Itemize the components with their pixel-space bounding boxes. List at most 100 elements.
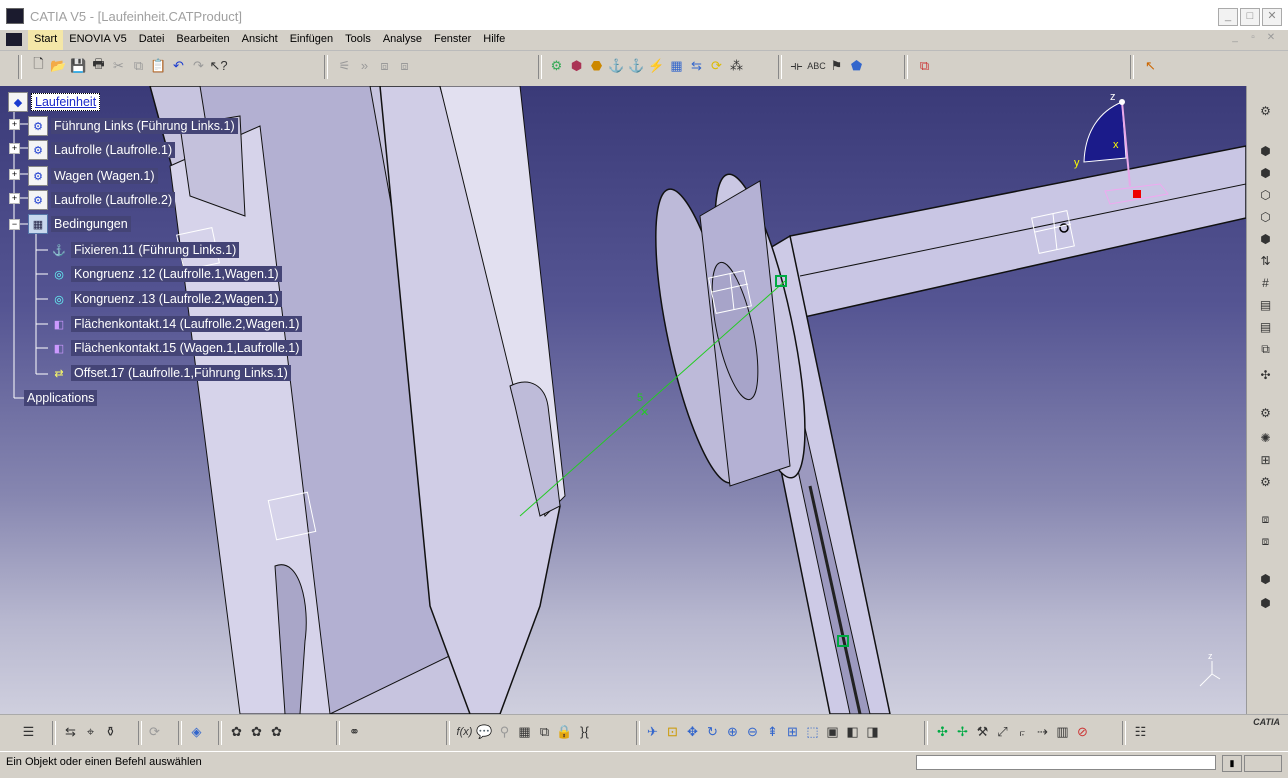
3d-viewport[interactable]: 5 ✕ z y x z ◆ Laufeinheit + ⚙ Führung Li… <box>0 86 1246 714</box>
menu-einfuegen[interactable]: Einfügen <box>284 30 339 50</box>
tools-palette-icon[interactable]: ☷ <box>1132 723 1149 740</box>
open-folder-icon[interactable]: 📂 <box>50 57 67 74</box>
sectioning-icon[interactable]: ⟔ <box>1014 723 1031 740</box>
reuse-constraints-icon[interactable]: ⁂ <box>728 57 745 74</box>
paste-icon[interactable]: 📋 <box>150 57 167 74</box>
command-input[interactable] <box>916 755 1216 770</box>
new-product-icon[interactable]: ⬢ <box>1257 166 1274 182</box>
save-icon[interactable]: 💾 <box>70 57 87 74</box>
tree-applications-label[interactable]: Applications <box>24 390 98 406</box>
constraint-display-icon[interactable]: ⚭ <box>346 723 363 740</box>
text-annotation-icon[interactable]: ABC <box>807 57 826 74</box>
existing-component-icon[interactable]: ⬡ <box>1257 210 1274 226</box>
table-icon[interactable]: ▦ <box>516 723 533 740</box>
selective-load-icon[interactable]: ▤ <box>1257 298 1274 314</box>
stop-manipulate-on-clash-icon[interactable]: ⊞ <box>1257 453 1274 469</box>
tree-constraints-label[interactable]: Bedingungen <box>51 216 131 232</box>
redo-icon[interactable]: ↷ <box>190 57 207 74</box>
clash-icon[interactable]: ⬢ <box>1257 596 1274 612</box>
hole-icon[interactable]: ⧈ <box>1257 534 1274 550</box>
split-icon[interactable]: ⧈ <box>1257 512 1274 528</box>
tree-component[interactable]: ⚙ Wagen (Wagen.1) <box>28 166 158 186</box>
tree-component-label[interactable]: Wagen (Wagen.1) <box>51 168 158 184</box>
assembly-geometry[interactable]: 5 ✕ z y x z <box>0 86 1246 714</box>
pan-icon[interactable]: ✥ <box>684 723 701 740</box>
tree-constraint-label[interactable]: Kongruenz .12 (Laufrolle.1,Wagen.1) <box>71 266 282 282</box>
command-execute-button[interactable] <box>1244 755 1282 772</box>
snap-move-icon[interactable]: ✢ <box>954 723 971 740</box>
move-component-icon[interactable]: ✣ <box>1257 368 1274 384</box>
normal-view-icon[interactable]: ⇞ <box>764 723 781 740</box>
tree-constraint-label[interactable]: Offset.17 (Laufrolle.1,Führung Links.1) <box>71 365 291 381</box>
formula-fx-icon[interactable]: f(x) <box>456 723 473 740</box>
apply-material-icon[interactable]: ◈ <box>188 723 205 740</box>
tree-component[interactable]: ⚙ Führung Links (Führung Links.1) <box>28 116 238 136</box>
fix-component-icon[interactable]: ⚓ <box>608 57 625 74</box>
bom-icon[interactable]: ⚱ <box>102 723 119 740</box>
lock-icon[interactable]: 🔒 <box>556 723 573 740</box>
contact-constraint-icon[interactable]: ⚙ <box>548 57 565 74</box>
tree-constraint[interactable]: ◎ Kongruenz .13 (Laufrolle.2,Wagen.1) <box>50 289 282 309</box>
smart-move-icon[interactable]: ⤢ <box>994 723 1011 740</box>
minimize-button[interactable]: _ <box>1218 8 1238 26</box>
catalog-icon[interactable]: ⚟ <box>336 57 353 74</box>
tree-root-label[interactable]: Laufeinheit <box>31 93 101 111</box>
tree-component[interactable]: ⚙ Laufrolle (Laufrolle.2) <box>28 190 176 210</box>
assembly-features-icon[interactable]: ⚙ <box>1257 475 1274 491</box>
zoom-out-icon[interactable]: ⊖ <box>744 723 761 740</box>
tree-constraint-label[interactable]: Fixieren.11 (Führung Links.1) <box>71 242 240 258</box>
expand-toggle-icon[interactable]: + <box>9 143 20 154</box>
change-constraint-icon[interactable]: ⇆ <box>688 57 705 74</box>
mdi-close-button[interactable]: ✕ <box>1264 32 1278 45</box>
expand-toggle-icon[interactable]: + <box>9 119 20 130</box>
lock-open-icon[interactable]: ⚲ <box>496 723 513 740</box>
product-structure-tools-icon[interactable]: ⚙ <box>1257 104 1274 120</box>
cut-icon[interactable]: ✂ <box>110 57 127 74</box>
view-annotation-icon[interactable]: ⬟ <box>848 57 865 74</box>
snap-icon[interactable]: ⚙ <box>1257 406 1274 422</box>
menu-bearbeiten[interactable]: Bearbeiten <box>170 30 235 50</box>
flag-note-icon[interactable]: ⚑ <box>828 57 845 74</box>
zoom-in-icon[interactable]: ⊕ <box>724 723 741 740</box>
tree-constraint[interactable]: ⚓ Fixieren.11 (Führung Links.1) <box>50 240 240 260</box>
tree-component-label[interactable]: Laufrolle (Laufrolle.1) <box>51 142 176 158</box>
menu-hilfe[interactable]: Hilfe <box>477 30 511 50</box>
tree-constraint-label[interactable]: Kongruenz .13 (Laufrolle.2,Wagen.1) <box>71 291 282 307</box>
explode-icon[interactable]: ✺ <box>1257 431 1274 447</box>
angle-constraint-icon[interactable]: ⬣ <box>588 57 605 74</box>
space-analysis-icon[interactable]: ⬢ <box>1257 572 1274 588</box>
menu-fenster[interactable]: Fenster <box>428 30 477 50</box>
new-component-icon[interactable]: ⬢ <box>1257 144 1274 160</box>
tree-constraints-node[interactable]: ▦ Bedingungen <box>28 214 131 234</box>
swap-visible-space-icon[interactable]: ◨ <box>864 723 881 740</box>
catalog-browser-icon[interactable]: ⧉ <box>916 57 933 74</box>
menu-analyse[interactable]: Analyse <box>377 30 428 50</box>
manage-representations-icon[interactable]: ▤ <box>1257 320 1274 336</box>
collapse-toggle-icon[interactable]: − <box>9 219 20 230</box>
multi-instantiation-icon[interactable]: ⧉ <box>1257 342 1274 358</box>
command-history-button[interactable]: ▮ <box>1222 755 1242 772</box>
menu-ansicht[interactable]: Ansicht <box>236 30 284 50</box>
tree-constraint[interactable]: ◎ Kongruenz .12 (Laufrolle.1,Wagen.1) <box>50 264 282 284</box>
mdi-minimize-button[interactable]: _ <box>1228 32 1242 45</box>
select-arrow-icon[interactable]: ↖ <box>1142 57 1159 74</box>
print-icon[interactable]: 🖶 <box>90 56 107 74</box>
tree-constraint-label[interactable]: Flächenkontakt.14 (Laufrolle.2,Wagen.1) <box>71 316 303 332</box>
dimension-icon[interactable]: ⟛ <box>788 57 805 74</box>
tree-component[interactable]: ⚙ Laufrolle (Laufrolle.1) <box>28 140 176 160</box>
menu-start[interactable]: Start <box>28 30 64 50</box>
knowledge-icon[interactable]: ✿ <box>268 723 285 740</box>
compass-move-icon[interactable]: ✣ <box>934 723 951 740</box>
tree-constraint[interactable]: ⇄ Offset.17 (Laufrolle.1,Führung Links.1… <box>50 363 291 383</box>
tree-constraint-label[interactable]: Flächenkontakt.15 (Wagen.1,Laufrolle.1) <box>71 340 303 356</box>
mdi-restore-button[interactable]: ▫ <box>1246 32 1260 45</box>
hide-show-icon[interactable]: ◧ <box>844 723 861 740</box>
iso-view-icon[interactable]: ⬚ <box>804 723 821 740</box>
update-icon[interactable]: ⟳ <box>708 57 725 74</box>
clash-analysis-icon[interactable]: ⊘ <box>1074 723 1091 740</box>
maximize-button[interactable]: □ <box>1240 8 1260 26</box>
menu-enovia[interactable]: ENOVIA V5 <box>63 30 132 50</box>
parameters-icon[interactable]: ✿ <box>228 723 245 740</box>
graph-tree-reordering-icon[interactable]: ⇅ <box>1257 254 1274 270</box>
expand-toggle-icon[interactable]: + <box>9 193 20 204</box>
